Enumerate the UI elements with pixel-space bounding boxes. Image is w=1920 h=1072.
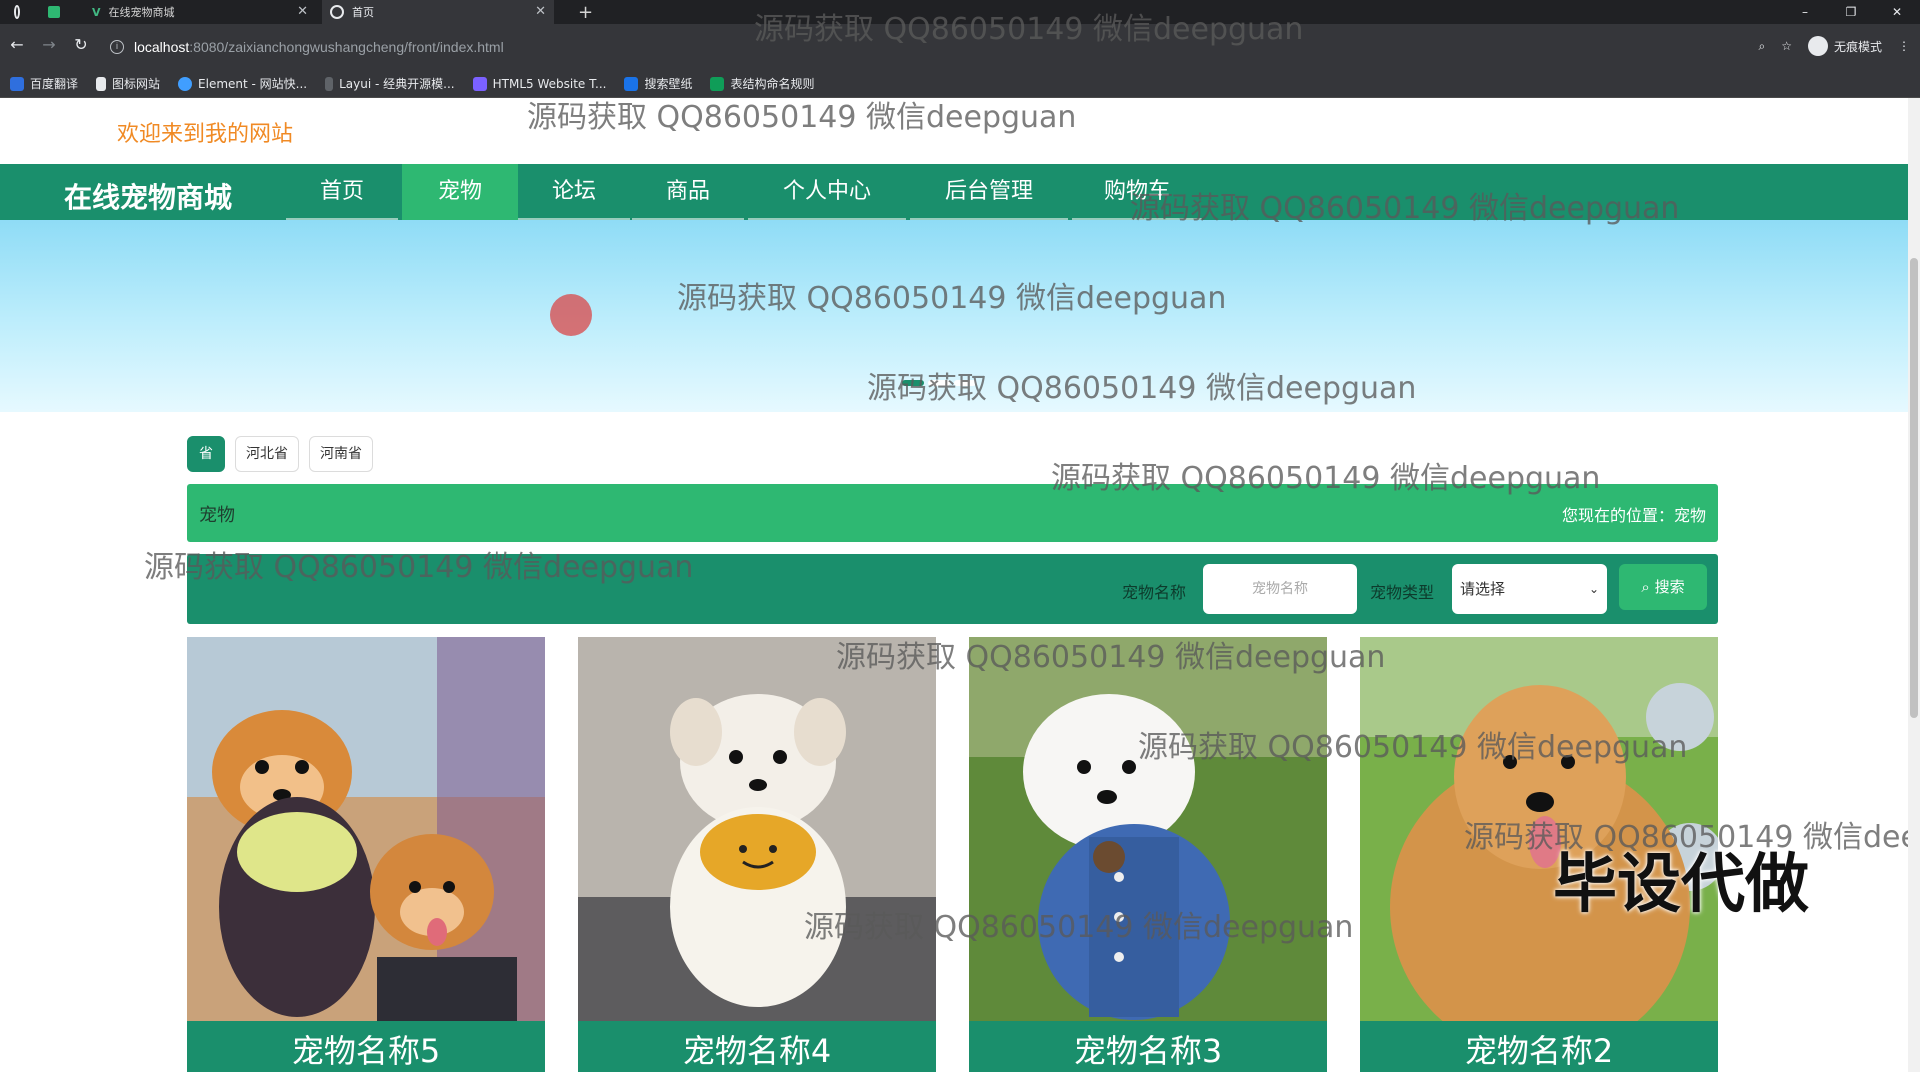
bookmark-label: HTML5 Website T... xyxy=(492,76,607,91)
pet-name[interactable]: 宠物名称4 xyxy=(578,1021,936,1072)
pet-name[interactable]: 宠物名称3 xyxy=(969,1021,1327,1072)
pet-name-input[interactable] xyxy=(1203,564,1357,614)
welcome-text: 欢迎来到我的网站 xyxy=(117,122,294,147)
bookmark-item[interactable]: HTML5 Website T... xyxy=(472,76,607,91)
tab-title: 在线宠物商城 xyxy=(108,6,175,19)
bookmark-label: 百度翻译 xyxy=(30,77,79,91)
pet-photo[interactable] xyxy=(578,637,936,1021)
url-host: localhost xyxy=(134,39,190,55)
search-button-label: 搜索 xyxy=(1654,578,1685,596)
watermark-text: 源码获取 QQ86050149 微信deepguan xyxy=(144,550,694,585)
site-info-icon[interactable]: i xyxy=(110,40,124,54)
pet-card[interactable]: 宠物名称5 xyxy=(187,637,545,1072)
bookmark-star-icon[interactable]: ☆ xyxy=(1781,39,1792,53)
stamp-text: 毕设代做 xyxy=(1553,848,1809,922)
pet-card[interactable]: 宠物名称4 xyxy=(578,637,936,1072)
bookmark-label: 图标网站 xyxy=(112,77,161,91)
search-icon: ⌕ xyxy=(1641,578,1650,596)
watermark-text: 源码获取 QQ86050149 微信deepguan xyxy=(677,281,1227,316)
window-controls: – ❐ ✕ xyxy=(1782,0,1920,24)
toolbar-actions: ⌕ ☆ 无痕模式 ⋮ xyxy=(1758,36,1910,56)
watermark-text: 源码获取 QQ86050149 微信deepguan xyxy=(1051,461,1601,496)
flag-icon xyxy=(96,76,107,91)
filter-hebei[interactable]: 河北省 xyxy=(235,436,299,472)
nav-forum[interactable]: 论坛 xyxy=(518,164,630,220)
nav-pets[interactable]: 宠物 xyxy=(402,164,518,220)
translate-icon xyxy=(10,76,24,91)
pet-type-value: 请选择 xyxy=(1460,580,1506,598)
site-brand[interactable]: 在线宠物商城 xyxy=(64,176,232,216)
nav-home[interactable]: 首页 xyxy=(286,164,398,220)
pet-photo[interactable] xyxy=(187,637,545,1021)
back-icon[interactable]: ← xyxy=(6,35,28,54)
close-tab-icon[interactable]: ✕ xyxy=(535,4,546,19)
more-menu-icon[interactable]: ⋮ xyxy=(1898,39,1910,53)
globe-icon xyxy=(330,5,344,19)
watermark-text: 源码获取 QQ86050149 微信deepguan xyxy=(527,100,1077,135)
close-window-icon[interactable]: ✕ xyxy=(1874,0,1920,24)
search-button[interactable]: ⌕ 搜索 xyxy=(1619,564,1707,610)
browser-tab-2[interactable]: 首页 ✕ xyxy=(322,0,554,24)
bookmark-item[interactable]: Element - 网站快... xyxy=(178,75,307,92)
watermark-text: 源码获取 QQ86050149 微信deepguan xyxy=(867,371,1417,406)
sheet-icon xyxy=(710,76,725,91)
forward-icon[interactable]: → xyxy=(38,35,60,54)
watermark-text: 源码获取 QQ86050149 微信deepguan xyxy=(754,12,1304,47)
filter-province-all[interactable]: 省 xyxy=(187,436,225,472)
pet-photo[interactable] xyxy=(969,637,1327,1021)
wallpaper-icon xyxy=(624,76,639,91)
pet-card[interactable]: 宠物名称3 xyxy=(969,637,1327,1072)
bookmark-label: 搜索壁纸 xyxy=(644,77,693,91)
nav-products[interactable]: 商品 xyxy=(632,164,744,220)
pet-name[interactable]: 宠物名称5 xyxy=(187,1021,545,1072)
zoom-icon[interactable]: ⌕ xyxy=(1758,39,1765,54)
browser-menu-icon[interactable] xyxy=(6,0,36,24)
pet-type-label: 宠物类型 xyxy=(1370,583,1435,602)
layui-logo-icon xyxy=(325,76,334,91)
restore-icon[interactable]: ❐ xyxy=(1828,0,1874,24)
nav-user-center[interactable]: 个人中心 xyxy=(748,164,906,220)
new-tab-button[interactable]: + xyxy=(570,0,600,24)
bookmark-item[interactable]: 搜索壁纸 xyxy=(624,75,692,92)
tab-title: 首页 xyxy=(352,6,374,19)
browser-tab-1[interactable]: V 在线宠物商城 ✕ xyxy=(84,0,316,24)
nav-admin[interactable]: 后台管理 xyxy=(910,164,1068,220)
watermark-text: 源码获取 QQ86050149 微信deepguan xyxy=(1130,191,1680,226)
breadcrumb: 您现在的位置：宠物 xyxy=(1561,506,1706,525)
bookmark-label: Layui - 经典开源模... xyxy=(339,77,455,91)
watermark-text: 源码获取 QQ86050149 微信deepguan xyxy=(1138,730,1688,765)
bookmark-item[interactable]: 百度翻译 xyxy=(10,75,78,92)
incognito-icon xyxy=(1807,36,1828,56)
reload-icon[interactable]: ↻ xyxy=(70,35,92,54)
bookmark-item[interactable]: 表结构命名规则 xyxy=(710,75,814,92)
incognito-indicator[interactable]: 无痕模式 xyxy=(1807,36,1882,56)
pet-name-label: 宠物名称 xyxy=(1122,583,1187,602)
url-path: :8080/zaixianchongwushangcheng/front/ind… xyxy=(189,39,504,55)
incognito-label: 无痕模式 xyxy=(1833,39,1882,54)
close-tab-icon[interactable]: ✕ xyxy=(297,4,308,19)
minimize-icon[interactable]: – xyxy=(1782,0,1828,24)
element-logo-icon xyxy=(178,76,193,91)
section-title: 宠物 xyxy=(199,505,235,526)
bookmark-item[interactable]: 图标网站 xyxy=(96,75,160,92)
bookmark-label: Element - 网站快... xyxy=(198,77,308,91)
mouse-cursor-highlight xyxy=(550,294,592,336)
html5-logo-icon xyxy=(472,76,487,91)
bookmark-item[interactable]: Layui - 经典开源模... xyxy=(325,75,455,92)
page-scrollbar[interactable] xyxy=(1908,98,1920,1072)
pet-name[interactable]: 宠物名称2 xyxy=(1360,1021,1718,1072)
pet-type-select[interactable]: 请选择 ⌄ xyxy=(1452,564,1607,614)
watermark-text: 源码获取 QQ86050149 微信deepguan xyxy=(804,910,1354,945)
scrollbar-thumb[interactable] xyxy=(1910,258,1918,718)
pinned-tab-icon[interactable] xyxy=(40,0,70,24)
filter-henan[interactable]: 河南省 xyxy=(309,436,373,472)
province-filter: 省 河北省 河南省 xyxy=(187,436,373,472)
chevron-down-icon: ⌄ xyxy=(1588,582,1599,596)
vue-logo-icon: V xyxy=(92,5,101,19)
watermark-text: 源码获取 QQ86050149 微信deepguan xyxy=(836,640,1386,675)
bookmark-label: 表结构命名规则 xyxy=(730,77,815,91)
